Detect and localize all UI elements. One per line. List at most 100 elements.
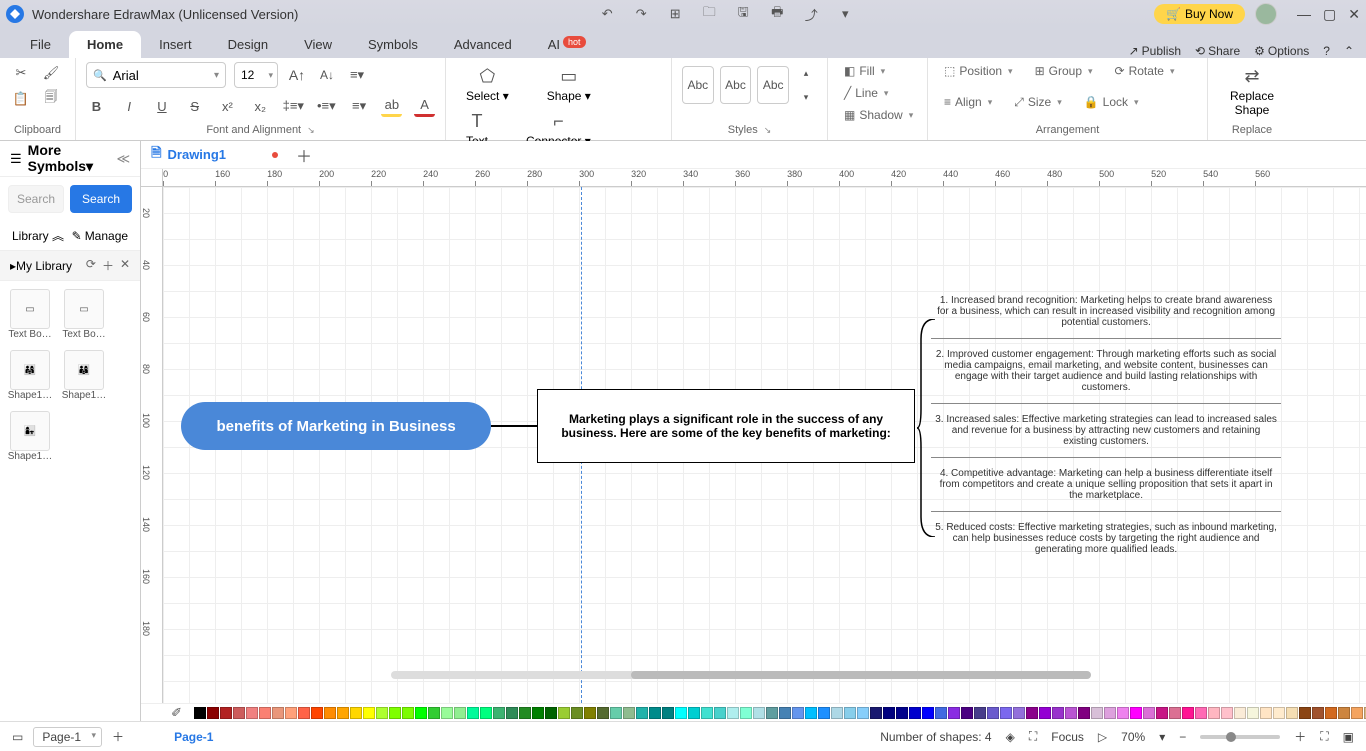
color-swatch[interactable]	[961, 707, 973, 719]
shape-library-item[interactable]: 👨‍👩‍👦Shape1…	[62, 350, 106, 401]
color-swatch[interactable]	[571, 707, 583, 719]
new-icon[interactable]: ⊞	[665, 4, 685, 24]
ruler-vertical[interactable]: 20406080100120140160180	[141, 187, 163, 703]
zoom-out-icon[interactable]: −	[1179, 730, 1186, 744]
color-swatch[interactable]	[506, 707, 518, 719]
color-swatch[interactable]	[298, 707, 310, 719]
shape-library-item[interactable]: ▭Text Bo…	[62, 289, 106, 340]
lock-button[interactable]: 🔒Lock▾	[1078, 93, 1145, 111]
color-swatch[interactable]	[662, 707, 674, 719]
color-swatch[interactable]	[766, 707, 778, 719]
color-swatch[interactable]	[402, 707, 414, 719]
shape-library-item[interactable]: 👩‍👧Shape1…	[8, 411, 52, 462]
menu-symbols[interactable]: Symbols	[350, 31, 436, 58]
color-swatch[interactable]	[1260, 707, 1272, 719]
styles-dialog-launcher-icon[interactable]: ↘	[764, 125, 772, 136]
color-swatch[interactable]	[714, 707, 726, 719]
color-swatch[interactable]	[220, 707, 232, 719]
cut-icon[interactable]: ✂	[10, 62, 32, 84]
list-item[interactable]: 3. Increased sales: Effective marketing …	[931, 404, 1281, 458]
color-swatch[interactable]	[1065, 707, 1077, 719]
color-swatch[interactable]	[909, 707, 921, 719]
color-swatch[interactable]	[636, 707, 648, 719]
color-swatch[interactable]	[1312, 707, 1324, 719]
color-swatch[interactable]	[1286, 707, 1298, 719]
color-swatch[interactable]	[1104, 707, 1116, 719]
color-swatch[interactable]	[1351, 707, 1363, 719]
play-icon[interactable]: ▷	[1098, 730, 1107, 744]
menu-insert[interactable]: Insert	[141, 31, 210, 58]
focus-mode-icon[interactable]: ⛶	[1029, 729, 1037, 744]
color-swatch[interactable]	[818, 707, 830, 719]
maximize-icon[interactable]: ▢	[1323, 6, 1336, 23]
color-swatch[interactable]	[987, 707, 999, 719]
color-swatch[interactable]	[324, 707, 336, 719]
color-swatch[interactable]	[558, 707, 570, 719]
save-icon[interactable]: 🖫	[733, 4, 753, 24]
increase-font-icon[interactable]: A↑	[286, 64, 308, 86]
style-preset-2[interactable]: Abc	[720, 66, 752, 104]
color-swatch[interactable]	[1156, 707, 1168, 719]
number-list-icon[interactable]: ≡▾	[349, 95, 370, 117]
color-swatch[interactable]	[233, 707, 245, 719]
layers-icon[interactable]: ◈	[1006, 730, 1015, 744]
text-align-icon[interactable]: ≡▾	[346, 64, 368, 86]
color-swatch[interactable]	[896, 707, 908, 719]
color-swatch[interactable]	[649, 707, 661, 719]
subscript-icon[interactable]: x₂	[250, 95, 271, 117]
color-swatch[interactable]	[285, 707, 297, 719]
color-swatch[interactable]	[1221, 707, 1233, 719]
color-swatch[interactable]	[1039, 707, 1051, 719]
color-swatch[interactable]	[922, 707, 934, 719]
color-swatch[interactable]	[831, 707, 843, 719]
color-swatch[interactable]	[1143, 707, 1155, 719]
print-icon[interactable]: 🖶	[767, 4, 787, 24]
share-button[interactable]: ⟲ Share	[1195, 44, 1240, 58]
doc-tab-drawing1[interactable]: 🗎 Drawing1	[151, 144, 278, 166]
color-swatch[interactable]	[844, 707, 856, 719]
more-symbols-title[interactable]: More Symbols▾	[28, 142, 117, 175]
canvas-viewport[interactable]: 0160180200220240260280300320340360380400…	[141, 169, 1366, 703]
underline-icon[interactable]: U	[152, 95, 173, 117]
color-swatch[interactable]	[493, 707, 505, 719]
color-swatch[interactable]	[753, 707, 765, 719]
collapse-ribbon-icon[interactable]: ⌃	[1344, 44, 1354, 58]
color-swatch[interactable]	[1130, 707, 1142, 719]
lib-close-icon[interactable]: ✕	[120, 257, 130, 274]
color-swatch[interactable]	[935, 707, 947, 719]
decrease-font-icon[interactable]: A↓	[316, 64, 338, 86]
connector-line-1[interactable]	[491, 425, 537, 427]
shape-library-item[interactable]: 👨‍👩‍👧Shape1…	[8, 350, 52, 401]
replace-shape-button[interactable]: ⇄ Replace Shape	[1218, 62, 1286, 121]
size-button[interactable]: ⤢Size▾	[1008, 93, 1067, 112]
zoom-in-icon[interactable]: ＋	[1294, 728, 1306, 745]
align-button[interactable]: ≡Align▾	[938, 93, 998, 111]
color-swatch[interactable]	[1208, 707, 1220, 719]
color-swatch[interactable]	[870, 707, 882, 719]
zoom-knob[interactable]	[1226, 732, 1236, 742]
color-swatch[interactable]	[1169, 707, 1181, 719]
select-tool[interactable]: ⬠Select ▾	[456, 62, 519, 107]
menu-advanced[interactable]: Advanced	[436, 31, 530, 58]
color-swatch[interactable]	[727, 707, 739, 719]
color-swatch[interactable]	[610, 707, 622, 719]
color-swatch[interactable]	[1052, 707, 1064, 719]
color-swatch[interactable]	[376, 707, 388, 719]
color-swatch[interactable]	[415, 707, 427, 719]
hamburger-icon[interactable]: ☰	[10, 151, 22, 167]
export-icon[interactable]: ⤴	[801, 4, 821, 24]
add-tab-button[interactable]: ＋	[296, 143, 312, 167]
library-toggle[interactable]: Library ︽	[12, 227, 64, 244]
search-input[interactable]: Search	[8, 185, 64, 213]
help-icon[interactable]: ?	[1323, 44, 1330, 58]
list-item[interactable]: 5. Reduced costs: Effective marketing st…	[931, 512, 1281, 565]
color-swatch[interactable]	[623, 707, 635, 719]
color-swatch[interactable]	[246, 707, 258, 719]
color-swatch[interactable]	[545, 707, 557, 719]
superscript-icon[interactable]: x²	[217, 95, 238, 117]
color-swatch[interactable]	[1234, 707, 1246, 719]
eyedropper-icon[interactable]: ✐	[171, 705, 187, 721]
bold-icon[interactable]: B	[86, 95, 107, 117]
style-preset-1[interactable]: Abc	[682, 66, 714, 104]
color-swatch[interactable]	[1026, 707, 1038, 719]
